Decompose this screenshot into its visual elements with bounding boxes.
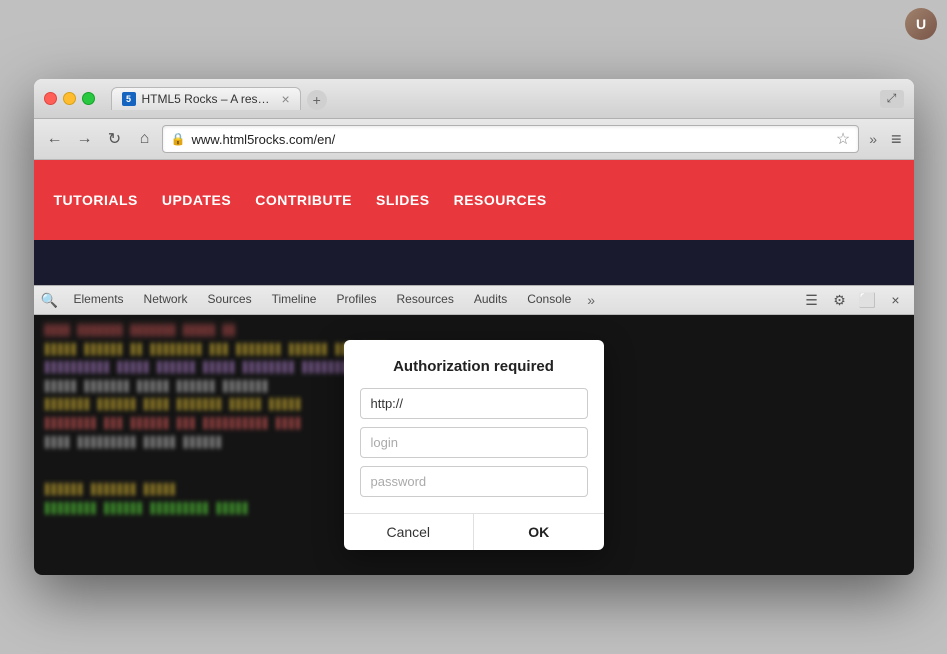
traffic-lights [44,92,95,105]
tab-timeline[interactable]: Timeline [262,286,327,314]
devtools-content: ▌▌▌▌ ▌▌▌▌▌▌▌ ▌▌▌▌▌▌▌ ▌▌▌▌▌ ▌▌ ▌▌▌▌▌ ▌▌▌▌… [34,315,914,575]
tab-network[interactable]: Network [134,286,198,314]
address-bar[interactable]: 🔒 www.html5rocks.com/en/ ☆ [162,125,860,153]
devtools-close-icon[interactable]: × [884,288,908,312]
nav-tutorials[interactable]: TUTORIALS [54,192,138,208]
devtools-tab-overflow[interactable]: » [581,288,601,312]
auth-password-input[interactable] [360,466,588,497]
tab-close-button[interactable]: × [282,92,290,106]
website-dark-section [34,240,914,285]
devtools-dock-icon[interactable]: ⬜ [856,288,880,312]
nav-bar: ← → ↻ ⌂ 🔒 www.html5rocks.com/en/ ☆ » ≡ [34,119,914,160]
auth-dialog-title: Authorization required [393,358,554,375]
browser-window: 5 HTML5 Rocks – A resource… × + ⤢ U ← → … [34,79,914,575]
devtools-settings-icon[interactable]: ⚙ [828,288,852,312]
auth-cancel-button[interactable]: Cancel [344,514,474,550]
devtools-controls: ☰ ⚙ ⬜ × [800,288,908,312]
nav-overflow-button[interactable]: » [863,129,883,149]
window-controls: ⤢ [880,90,904,108]
tab-audits[interactable]: Audits [464,286,517,314]
home-button[interactable]: ⌂ [132,126,158,152]
nav-menu-button[interactable]: ≡ [887,127,906,152]
forward-button[interactable]: → [72,126,98,152]
devtools-panel: 🔍 Elements Network Sources Timeline Prof… [34,285,914,575]
tab-title: HTML5 Rocks – A resource… [142,92,272,106]
tab-bar: 5 HTML5 Rocks – A resource… × + [111,87,872,110]
refresh-button[interactable]: ↻ [102,126,128,152]
nav-updates[interactable]: UPDATES [162,192,231,208]
auth-dialog-footer: Cancel OK [344,513,604,550]
website-header: TUTORIALS UPDATES CONTRIBUTE SLIDES RESO… [34,160,914,240]
new-tab-button[interactable]: + [307,90,327,110]
browser-tab[interactable]: 5 HTML5 Rocks – A resource… × [111,87,301,110]
nav-resources[interactable]: RESOURCES [454,192,547,208]
auth-login-input[interactable] [360,427,588,458]
back-button[interactable]: ← [42,126,68,152]
tab-favicon: 5 [122,92,136,106]
tab-profiles[interactable]: Profiles [326,286,386,314]
title-bar: 5 HTML5 Rocks – A resource… × + ⤢ U [34,79,914,119]
nav-slides[interactable]: SLIDES [376,192,430,208]
auth-url-input[interactable] [360,388,588,419]
tab-sources[interactable]: Sources [198,286,262,314]
devtools-tab-bar: 🔍 Elements Network Sources Timeline Prof… [34,286,914,315]
nav-contribute[interactable]: CONTRIBUTE [255,192,352,208]
auth-ok-button[interactable]: OK [473,514,604,550]
modal-overlay: Authorization required Cancel OK [34,315,914,575]
auth-dialog-header: Authorization required [344,340,604,388]
devtools-search-icon[interactable]: 🔍 [40,290,60,310]
minimize-button[interactable] [63,92,76,105]
address-lock-icon: 🔒 [171,132,186,146]
address-text: www.html5rocks.com/en/ [191,132,829,147]
fullscreen-icon[interactable]: ⤢ [880,90,904,108]
tab-resources[interactable]: Resources [387,286,464,314]
tab-elements[interactable]: Elements [64,286,134,314]
auth-dialog: Authorization required Cancel OK [344,340,604,550]
tab-console[interactable]: Console [517,286,581,314]
bookmark-star-icon[interactable]: ☆ [836,129,850,149]
maximize-button[interactable] [82,92,95,105]
auth-dialog-body [344,388,604,505]
devtools-stack-icon[interactable]: ☰ [800,288,824,312]
close-button[interactable] [44,92,57,105]
